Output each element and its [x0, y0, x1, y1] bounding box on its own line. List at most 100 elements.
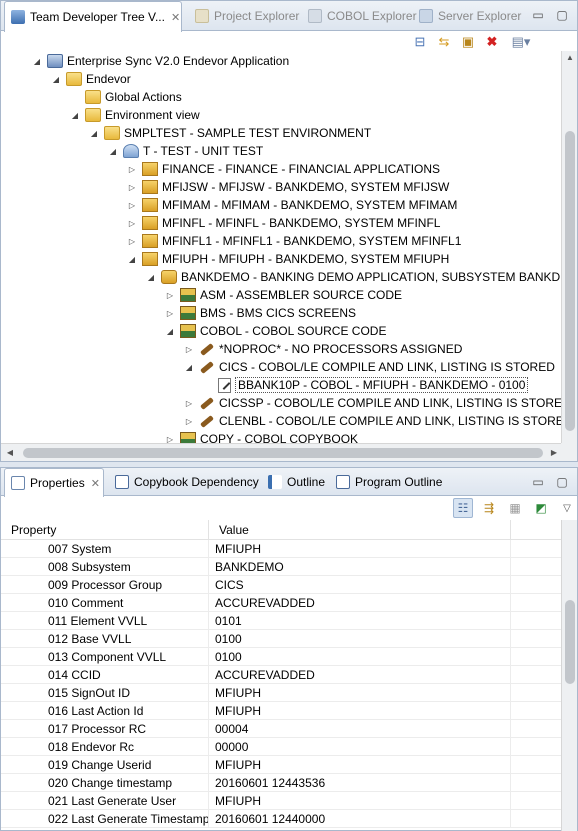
scrollbar-thumb[interactable]: [565, 600, 575, 684]
table-row[interactable]: 022 Last Generate Timestamp 20160601 1244…: [1, 810, 562, 828]
tree-item-label: BANKDEMO - BANKING DEMO APPLICATION, SUB…: [181, 270, 563, 284]
tree-item[interactable]: ◢ CICS - COBOL/LE COMPILE AND LINK, LISTI…: [183, 358, 555, 376]
properties-vertical-scrollbar[interactable]: [561, 520, 577, 831]
table-row[interactable]: 016 Last Action Id MFIUPH: [1, 702, 562, 720]
show-categories-icon[interactable]: ☷: [453, 498, 473, 518]
maximize-icon[interactable]: ▢: [555, 8, 569, 22]
table-row[interactable]: 019 Change Userid MFIUPH: [1, 756, 562, 774]
restore-default-icon[interactable]: ▦: [505, 498, 525, 518]
collapsed-arrow-icon[interactable]: ▷: [126, 163, 138, 175]
table-row[interactable]: 012 Base VVLL 0100: [1, 630, 562, 648]
tree-item[interactable]: ◢ BANKDEMO - BANKING DEMO APPLICATION, SU…: [145, 268, 563, 286]
tree-item[interactable]: ▷ COPY - COBOL COPYBOOK: [164, 430, 358, 443]
scrollbar-thumb[interactable]: [23, 448, 543, 458]
scroll-right-icon[interactable]: ▶: [547, 446, 561, 460]
collapsed-arrow-icon[interactable]: ▷: [126, 181, 138, 193]
tab-copybook-dependency[interactable]: Copybook Dependency: [109, 468, 259, 496]
tree-item[interactable]: ▷ ASM - ASSEMBLER SOURCE CODE: [164, 286, 402, 304]
scroll-up-icon[interactable]: ▲: [562, 51, 578, 65]
table-row[interactable]: 009 Processor Group CICS: [1, 576, 562, 594]
tree-item[interactable]: BBANK10P - COBOL - MFIUPH - BANKDEMO - 0…: [202, 376, 529, 394]
tree-item[interactable]: ▷ FINANCE - FINANCE - FINANCIAL APPLICATI…: [126, 160, 440, 178]
new-item-icon[interactable]: ▣: [459, 33, 477, 51]
tree-item[interactable]: ▷ BMS - BMS CICS SCREENS: [164, 304, 356, 322]
server-explorer-icon: [419, 9, 433, 23]
tree-item[interactable]: ▷ *NOPROC* - NO PROCESSORS ASSIGNED: [183, 340, 462, 358]
table-row[interactable]: 018 Endevor Rc 00000: [1, 738, 562, 756]
tree-item[interactable]: ◢ MFIUPH - MFIUPH - BANKDEMO, SYSTEM MFIU…: [126, 250, 449, 268]
property-name: 016 Last Action Id: [1, 702, 209, 720]
expanded-arrow-icon[interactable]: ◢: [183, 361, 195, 373]
tab-cobol-explorer[interactable]: COBOL Explorer: [302, 1, 417, 31]
tree-item-label: COPY - COBOL COPYBOOK: [200, 432, 359, 443]
tab-properties[interactable]: Properties ✕: [4, 468, 104, 497]
tab-team-developer-tree[interactable]: Team Developer Tree V... ✕: [4, 1, 182, 32]
top-tab-bar: Team Developer Tree V... ✕ Project Explo…: [1, 1, 577, 32]
collapsed-arrow-icon[interactable]: ▷: [183, 415, 195, 427]
tree-item[interactable]: ▷ CLENBL - COBOL/LE COMPILE AND LINK, LIS…: [183, 412, 563, 430]
table-row[interactable]: 020 Change timestamp 20160601 12443536: [1, 774, 562, 792]
tree-vertical-scrollbar[interactable]: ▲: [561, 51, 577, 443]
tree-item[interactable]: ▷ MFINFL - MFINFL - BANKDEMO, SYSTEM MFIN…: [126, 214, 440, 232]
expanded-arrow-icon[interactable]: ◢: [50, 73, 62, 85]
close-icon[interactable]: ✕: [91, 477, 100, 490]
tree-item[interactable]: Global Actions: [69, 88, 182, 106]
expanded-arrow-icon[interactable]: ◢: [145, 271, 157, 283]
tree-item[interactable]: ▷ MFINFL1 - MFINFL1 - BANKDEMO, SYSTEM MF…: [126, 232, 461, 250]
tree-item[interactable]: ◢ Enterprise Sync V2.0 Endevor Applicatio…: [31, 52, 289, 70]
view-menu-icon[interactable]: ▤▾: [507, 33, 535, 51]
tree-item[interactable]: ▷ MFIJSW - MFIJSW - BANKDEMO, SYSTEM MFIJ…: [126, 178, 449, 196]
tree-item[interactable]: ◢ Environment view: [69, 106, 200, 124]
expanded-arrow-icon[interactable]: ◢: [126, 253, 138, 265]
tab-server-explorer[interactable]: Server Explorer: [413, 1, 521, 31]
link-with-editor-icon[interactable]: ⇆: [435, 33, 453, 51]
minimize-icon[interactable]: ▭: [531, 8, 545, 22]
column-header-value[interactable]: Value: [209, 520, 511, 540]
table-row[interactable]: 015 SignOut ID MFIUPH: [1, 684, 562, 702]
expanded-arrow-icon[interactable]: ◢: [69, 109, 81, 121]
expanded-arrow-icon[interactable]: ◢: [107, 145, 119, 157]
column-header-property[interactable]: Property: [1, 520, 209, 540]
collapsed-arrow-icon[interactable]: ▷: [164, 433, 176, 444]
collapsed-arrow-icon[interactable]: ▷: [183, 397, 195, 409]
tree-item[interactable]: ▷ MFIMAM - MFIMAM - BANKDEMO, SYSTEM MFIM…: [126, 196, 457, 214]
table-row[interactable]: 007 System MFIUPH: [1, 540, 562, 558]
table-row[interactable]: 014 CCID ACCUREVADDED: [1, 666, 562, 684]
table-row[interactable]: 011 Element VVLL 0101: [1, 612, 562, 630]
collapsed-arrow-icon[interactable]: ▷: [164, 307, 176, 319]
scrollbar-thumb[interactable]: [565, 131, 575, 431]
tree-item[interactable]: ◢ COBOL - COBOL SOURCE CODE: [164, 322, 386, 340]
tree-horizontal-scrollbar[interactable]: ◀ ▶: [1, 443, 563, 461]
tree-item[interactable]: ◢ T - TEST - UNIT TEST: [107, 142, 263, 160]
expanded-arrow-icon[interactable]: ◢: [31, 55, 43, 67]
collapsed-arrow-icon[interactable]: ▷: [183, 343, 195, 355]
table-row[interactable]: 013 Component VVLL 0100: [1, 648, 562, 666]
minimize-icon[interactable]: ▭: [531, 475, 545, 489]
collapsed-arrow-icon[interactable]: ▷: [126, 235, 138, 247]
filter-advanced-icon[interactable]: ⇶: [479, 498, 499, 518]
maximize-icon[interactable]: ▢: [555, 475, 569, 489]
expanded-arrow-icon[interactable]: ◢: [88, 127, 100, 139]
tree-item[interactable]: ▷ CICSSP - COBOL/LE COMPILE AND LINK, LIS…: [183, 394, 563, 412]
tree-item[interactable]: ◢ Endevor: [50, 70, 131, 88]
table-row[interactable]: 010 Comment ACCUREVADDED: [1, 594, 562, 612]
property-name: 014 CCID: [1, 666, 209, 684]
table-row[interactable]: 008 Subsystem BANKDEMO: [1, 558, 562, 576]
collapsed-arrow-icon[interactable]: ▷: [164, 289, 176, 301]
collapsed-arrow-icon[interactable]: ▷: [126, 199, 138, 211]
expanded-arrow-icon[interactable]: ◢: [164, 325, 176, 337]
collapse-all-icon[interactable]: ⊟: [411, 33, 429, 51]
collapsed-arrow-icon[interactable]: ▷: [126, 217, 138, 229]
close-icon[interactable]: ✕: [171, 11, 180, 24]
table-row[interactable]: 021 Last Generate User MFIUPH: [1, 792, 562, 810]
tab-outline[interactable]: Outline: [262, 468, 325, 496]
tab-program-outline[interactable]: Program Outline: [330, 468, 442, 496]
property-value: ACCUREVADDED: [209, 594, 511, 612]
view-menu-icon[interactable]: ▽: [557, 498, 577, 518]
tab-project-explorer[interactable]: Project Explorer: [189, 1, 299, 31]
pin-icon[interactable]: ◩: [531, 498, 551, 518]
scroll-left-icon[interactable]: ◀: [3, 446, 17, 460]
delete-icon[interactable]: ✖: [483, 33, 501, 51]
table-row[interactable]: 017 Processor RC 00004: [1, 720, 562, 738]
tree-item[interactable]: ◢ SMPLTEST - SAMPLE TEST ENVIRONMENT: [88, 124, 371, 142]
